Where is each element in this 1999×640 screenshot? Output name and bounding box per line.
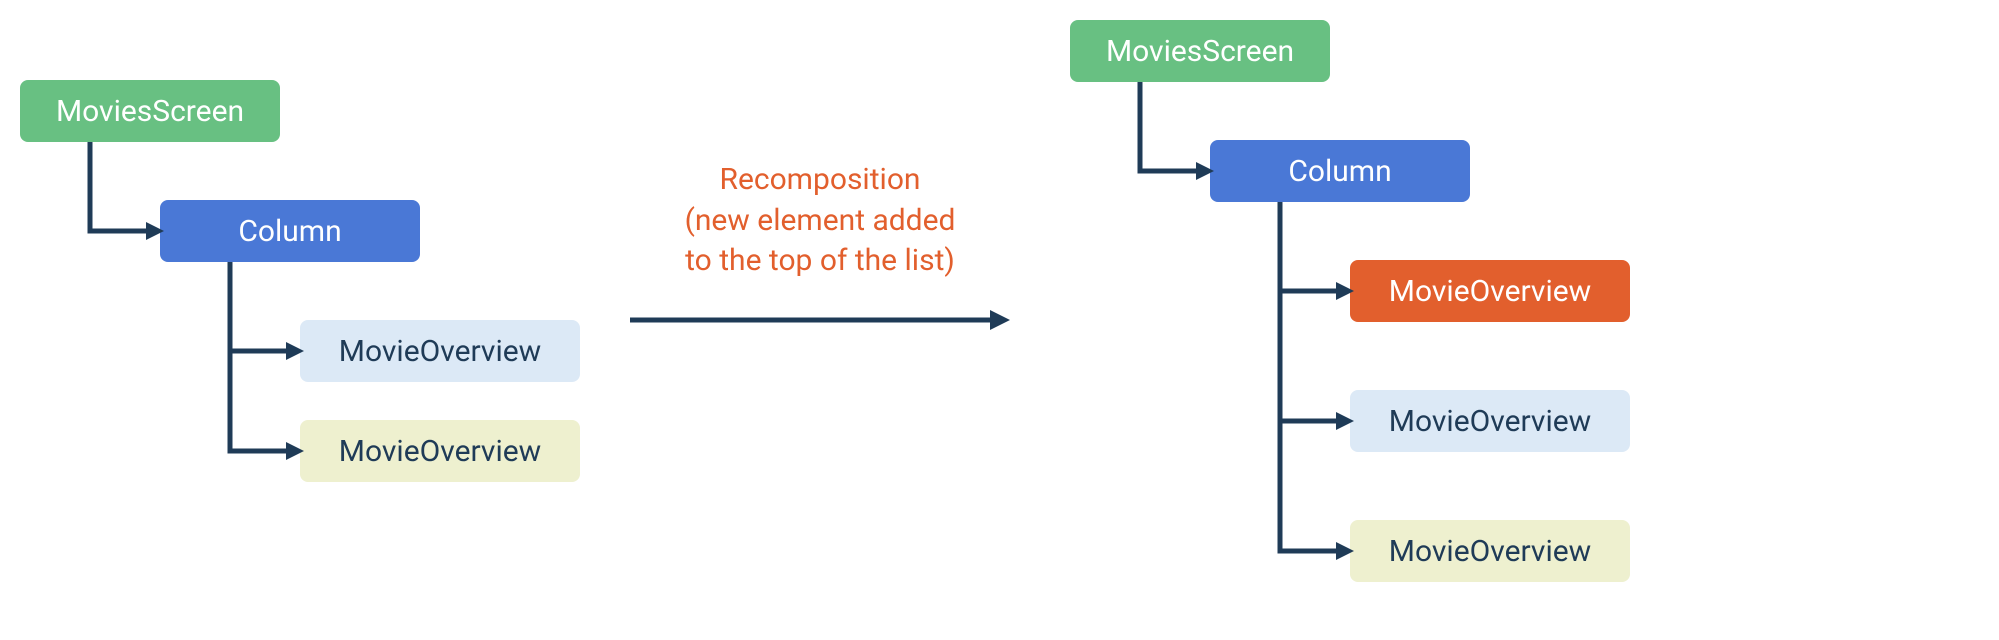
connector-arrow bbox=[0, 0, 1700, 640]
